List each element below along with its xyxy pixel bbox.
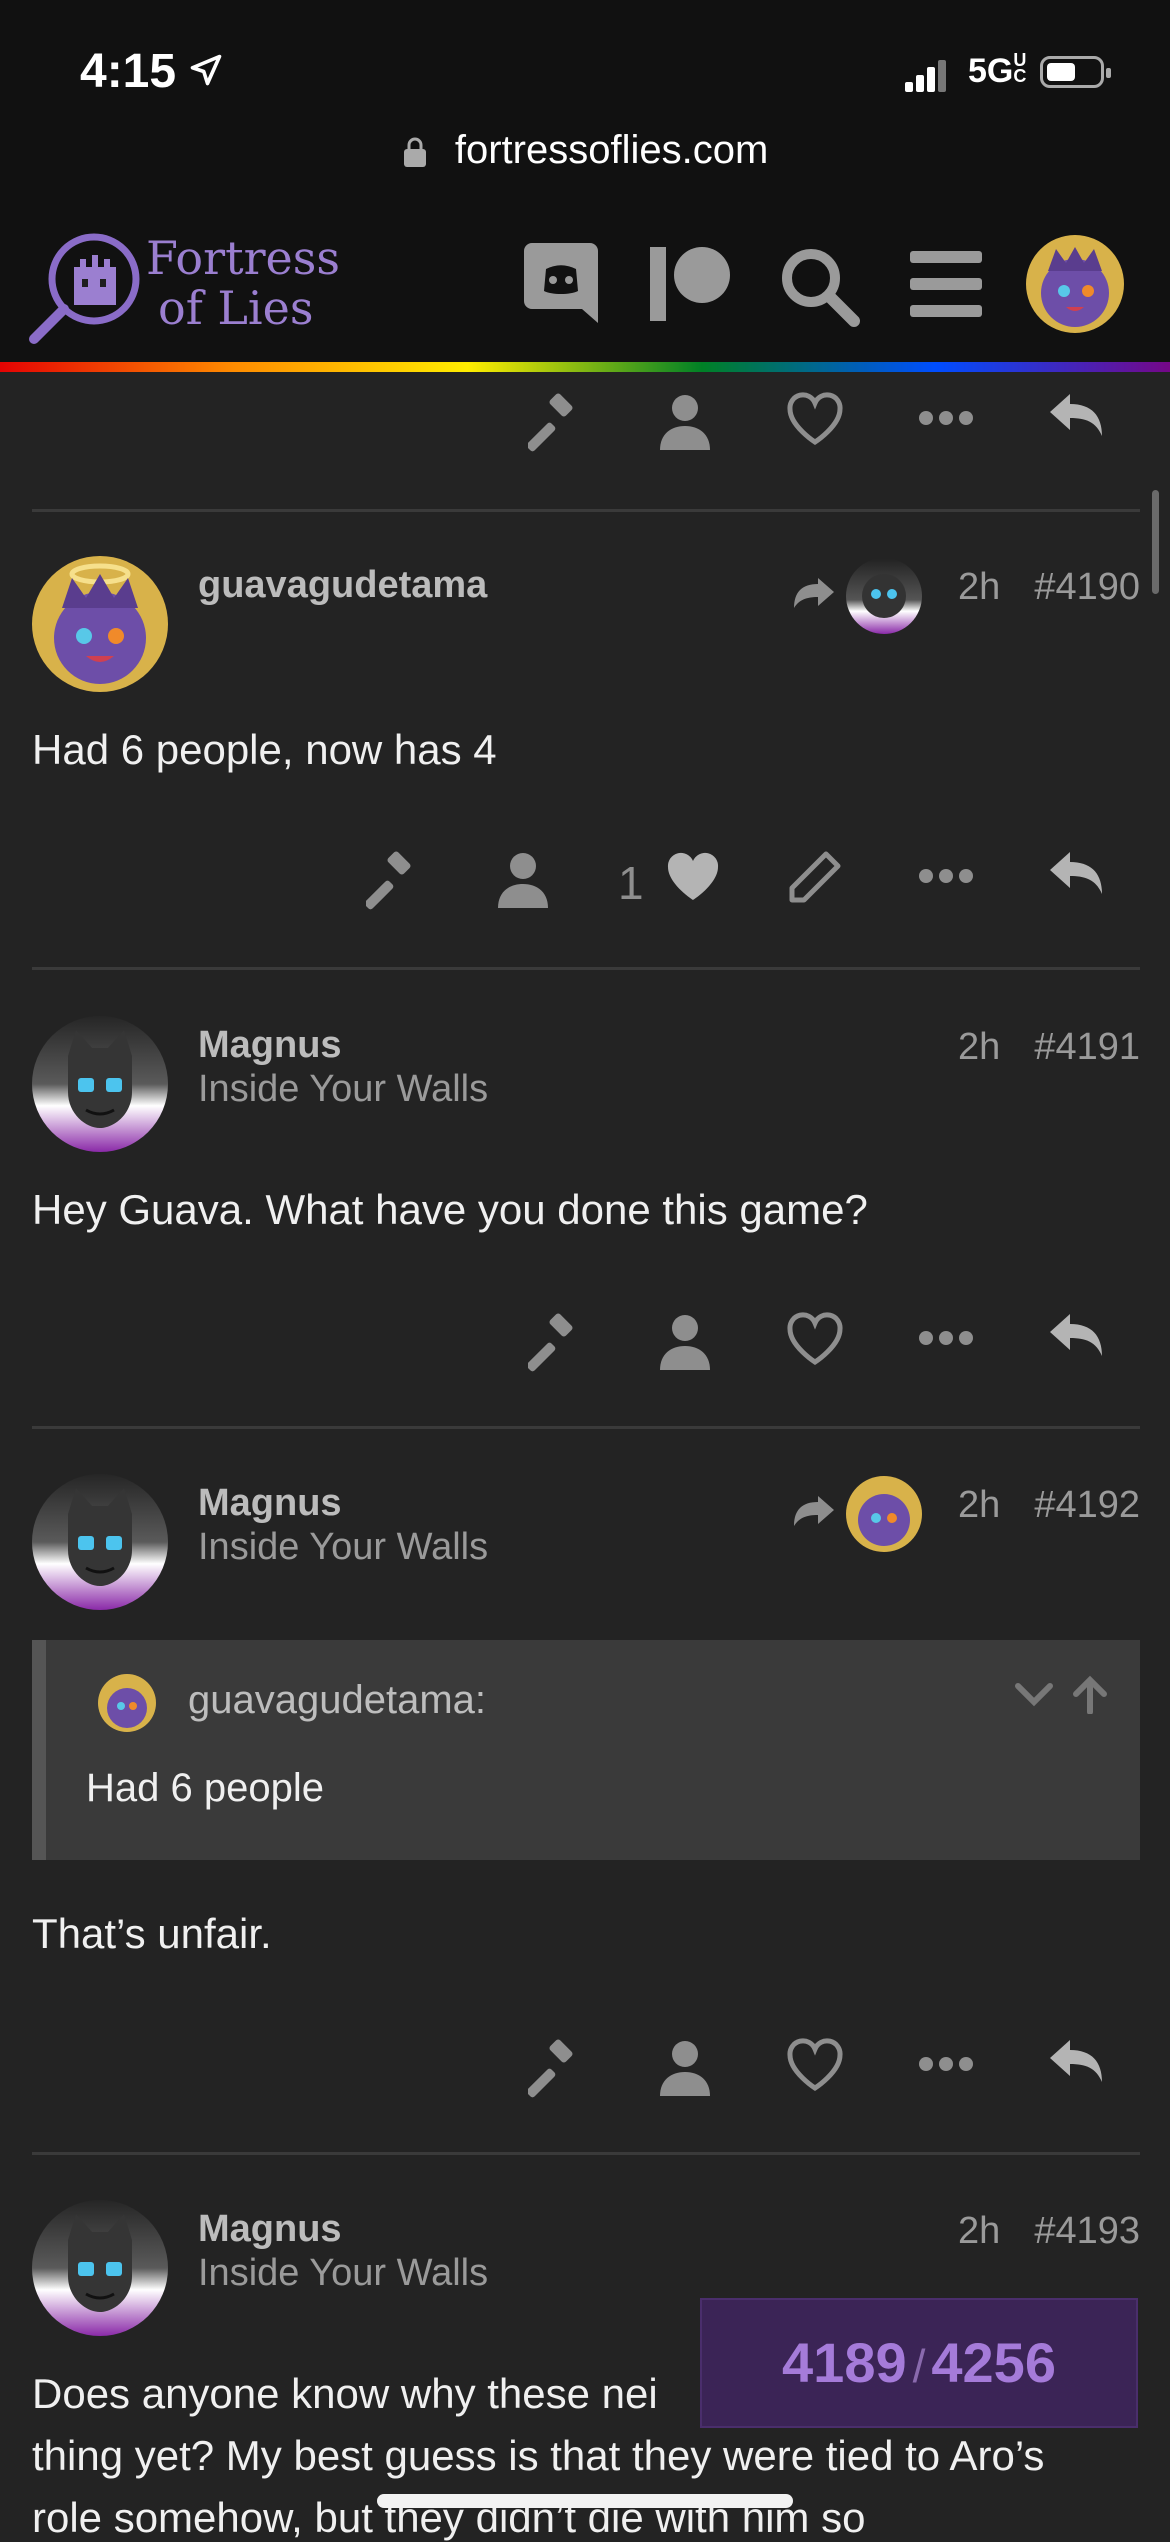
post-number[interactable]: #4192 — [1034, 1484, 1140, 1526]
post-divider — [32, 509, 1140, 512]
post-meta: 2h #4191 — [924, 1026, 1140, 1069]
edit-pencil-icon[interactable] — [786, 850, 842, 906]
progress-separator: / — [912, 2340, 926, 2392]
user-icon[interactable] — [660, 392, 710, 452]
lock-icon — [403, 137, 426, 168]
progress-total: 4256 — [931, 2331, 1056, 2394]
discord-icon[interactable] — [524, 243, 598, 323]
like-heart-filled-icon[interactable] — [664, 850, 722, 904]
post-time[interactable]: 2h — [958, 1484, 1000, 1526]
post-number[interactable]: #4191 — [1034, 1026, 1140, 1068]
flag-gavel-icon[interactable] — [366, 850, 426, 910]
quote-avatar[interactable] — [98, 1674, 156, 1732]
progress-current: 4189 — [782, 2331, 907, 2394]
post-time[interactable]: 2h — [958, 566, 1000, 608]
post-body-line2: thing yet? My best guess is that they we… — [32, 2432, 1045, 2479]
status-time: 4:15 — [80, 45, 177, 98]
url-bar[interactable]: fortressoflies.com — [0, 128, 1170, 173]
post-username[interactable]: Magnus — [198, 1482, 342, 1525]
search-icon[interactable] — [778, 245, 860, 327]
logo-line2: of Lies — [158, 281, 314, 335]
more-icon[interactable] — [918, 410, 974, 426]
reply-to-avatar[interactable] — [846, 558, 922, 634]
more-icon[interactable] — [918, 868, 974, 884]
post-username[interactable]: guavagudetama — [198, 564, 487, 607]
avatar[interactable] — [32, 1016, 168, 1152]
post-4191: Magnus Inside Your Walls 2h #4191 Hey Gua… — [0, 1016, 1170, 1316]
post-username[interactable]: Magnus — [198, 2208, 342, 2251]
post-user-title: Inside Your Walls — [198, 1068, 489, 1110]
post-user-title: Inside Your Walls — [198, 1526, 489, 1568]
site-logo-text[interactable]: Fortress of Lies — [146, 233, 340, 333]
user-icon[interactable] — [660, 1312, 710, 1372]
post-body: Hey Guava. What have you done this game? — [32, 1186, 868, 1233]
reply-to-arrow-icon[interactable] — [794, 1494, 834, 1528]
reply-icon[interactable] — [1048, 1312, 1104, 1360]
avatar[interactable] — [32, 2200, 168, 2336]
post-number[interactable]: #4190 — [1034, 566, 1140, 608]
post-time[interactable]: 2h — [958, 2210, 1000, 2252]
location-arrow-icon — [190, 54, 222, 86]
avatar[interactable] — [32, 556, 168, 692]
chevron-down-icon[interactable] — [1014, 1680, 1054, 1710]
post-meta: 2h #4192 — [924, 1484, 1140, 1527]
network-label: 5GUC — [968, 50, 1027, 90]
post-user-title: Inside Your Walls — [198, 2252, 489, 2294]
post-actions-prev — [0, 392, 1170, 462]
url-text: fortressoflies.com — [454, 128, 769, 172]
post-number[interactable]: #4193 — [1034, 2210, 1140, 2252]
post-divider — [32, 967, 1140, 970]
reply-to-avatar[interactable] — [846, 1476, 922, 1552]
flag-gavel-icon[interactable] — [528, 2038, 588, 2098]
post-actions-4191 — [0, 1312, 1170, 1382]
post-actions-4192 — [0, 2038, 1170, 2108]
reply-to-arrow-icon[interactable] — [794, 576, 834, 610]
quote-username[interactable]: guavagudetama: — [188, 1678, 486, 1723]
post-body: Had 6 people, now has 4 — [32, 726, 497, 773]
post-meta: 2h #4190 — [924, 566, 1140, 609]
post-body: That’s unfair. — [32, 1910, 272, 1957]
post-meta: 2h #4193 — [924, 2210, 1140, 2253]
status-bar: 4:15 5GUC fortressoflies.com — [0, 0, 1170, 215]
user-icon[interactable] — [498, 850, 548, 910]
reply-icon[interactable] — [1048, 850, 1104, 898]
arrow-up-icon[interactable] — [1070, 1674, 1110, 1714]
post-divider — [32, 2152, 1140, 2155]
post-time[interactable]: 2h — [958, 1026, 1000, 1068]
post-actions-4190: 1 — [0, 850, 1170, 920]
topic-progress[interactable]: 4189/4256 — [700, 2298, 1138, 2428]
like-heart-icon[interactable] — [786, 2038, 844, 2092]
like-heart-icon[interactable] — [786, 1312, 844, 1366]
signal-icon — [905, 58, 946, 92]
quote-text: Had 6 people — [86, 1766, 324, 1810]
flag-gavel-icon[interactable] — [528, 392, 588, 452]
patreon-icon[interactable] — [650, 245, 732, 323]
rainbow-bar — [0, 362, 1170, 372]
user-icon[interactable] — [660, 2038, 710, 2098]
site-header: Fortress of Lies — [0, 215, 1170, 365]
post-4192: Magnus Inside Your Walls 2h #4192 — [0, 1474, 1170, 1634]
more-icon[interactable] — [918, 1330, 974, 1346]
quote-block: guavagudetama: Had 6 people — [32, 1640, 1140, 1860]
menu-icon[interactable] — [910, 251, 982, 317]
post-username[interactable]: Magnus — [198, 1024, 342, 1067]
post-divider — [32, 1426, 1140, 1429]
post-body-line1: Does anyone know why these nei — [32, 2370, 658, 2417]
like-count[interactable]: 1 — [618, 856, 644, 910]
reply-icon[interactable] — [1048, 392, 1104, 440]
user-avatar[interactable] — [1026, 235, 1124, 333]
logo-line1: Fortress — [146, 231, 340, 285]
flag-gavel-icon[interactable] — [528, 1312, 588, 1372]
logo-icon[interactable] — [28, 227, 158, 347]
home-indicator[interactable] — [377, 2494, 793, 2508]
battery-icon — [1040, 56, 1111, 88]
reply-icon[interactable] — [1048, 2038, 1104, 2086]
avatar[interactable] — [32, 1474, 168, 1610]
more-icon[interactable] — [918, 2056, 974, 2072]
like-heart-icon[interactable] — [786, 392, 844, 446]
